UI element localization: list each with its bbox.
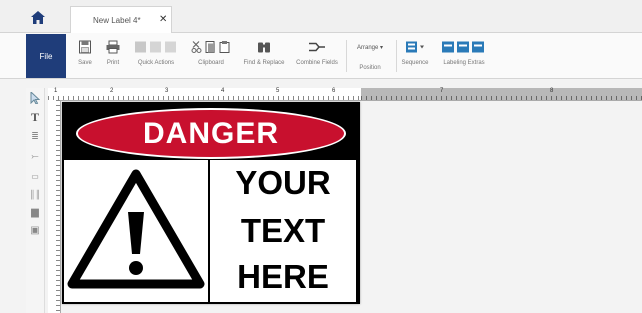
ruler-mark-8: 8	[550, 88, 554, 94]
arrange-dropdown[interactable]: Arrange ▾	[350, 44, 390, 51]
quick-actions-group[interactable]: Quick Actions	[130, 38, 182, 76]
paragraph-tool[interactable]: ≣	[28, 128, 42, 142]
shape-tool[interactable]: ▭	[28, 168, 42, 182]
barcode-tool[interactable]: ║║	[28, 186, 42, 200]
text-tool[interactable]: T	[28, 110, 42, 124]
text-tool-icon: T	[30, 110, 39, 124]
warning-triangle-icon	[67, 169, 205, 289]
ruler-mark-7: 7	[440, 88, 444, 94]
danger-header-text: DANGER	[142, 116, 279, 150]
position-label: Position	[359, 65, 381, 71]
library-tool[interactable]: ▣	[28, 222, 42, 236]
vertical-ruler	[48, 100, 61, 313]
label-text-line-2[interactable]: TEXT	[210, 212, 356, 250]
line-icon: ⤚	[31, 151, 39, 161]
save-icon	[79, 40, 91, 54]
ruler-mark-1: 1	[54, 88, 58, 94]
horizontal-ruler-outside	[361, 88, 642, 100]
combine-fields-label: Combine Fields	[296, 60, 338, 66]
label-text-line-1[interactable]: YOUR	[210, 164, 356, 202]
labeling-extras-group[interactable]: Labeling Extras	[436, 38, 492, 76]
image-tool[interactable]: ▆	[28, 204, 42, 218]
shape-icon: ▭	[31, 172, 39, 181]
labeling-extras-label: Labeling Extras	[443, 60, 485, 66]
print-label: Print	[106, 60, 120, 66]
arrange-position-group[interactable]: Arrange ▾ Position	[350, 38, 390, 76]
tools-sidebar: T ≣ ⤚ ▭ ║║ ▆ ▣	[26, 88, 45, 313]
ruler-mark-6: 6	[332, 88, 336, 94]
print-icon	[106, 40, 120, 54]
labeling-extras-icons	[442, 41, 484, 53]
combine-fields-icon	[309, 42, 325, 52]
print-button[interactable]: Print	[102, 38, 124, 76]
clipboard-label: Clipboard	[198, 60, 224, 66]
find-replace-button[interactable]: Find & Replace	[240, 38, 288, 76]
label-text-line-3[interactable]: HERE	[210, 258, 356, 296]
tab-label: New Label 4*	[93, 16, 141, 25]
binoculars-icon	[258, 42, 270, 53]
sequence-label: Sequence	[401, 60, 429, 66]
sequence-icon	[406, 41, 424, 53]
home-button[interactable]	[28, 8, 48, 26]
ruler-mark-5: 5	[276, 88, 280, 94]
line-tool[interactable]: ⤚	[28, 148, 42, 162]
combine-fields-button[interactable]: Combine Fields	[292, 38, 342, 76]
barcode-icon: ║║	[29, 190, 41, 199]
clipboard-icons	[191, 41, 230, 53]
library-icon: ▣	[30, 225, 40, 236]
pointer-icon	[30, 90, 41, 105]
quick-actions-icons	[135, 41, 176, 53]
sequence-button[interactable]: Sequence	[398, 38, 432, 76]
paragraph-icon: ≣	[31, 131, 39, 141]
save-label: Save	[78, 60, 92, 66]
image-icon: ▆	[31, 207, 39, 218]
danger-header-oval[interactable]: DANGER	[76, 108, 346, 159]
file-button[interactable]: File	[26, 34, 66, 78]
select-tool[interactable]	[28, 90, 42, 106]
ruler-mark-3: 3	[165, 88, 169, 94]
save-button[interactable]: Save	[74, 38, 96, 76]
warning-symbol-panel[interactable]	[64, 160, 208, 302]
find-replace-label: Find & Replace	[243, 60, 285, 66]
ribbon-separator	[396, 40, 397, 72]
tab-new-label-4[interactable]: New Label 4* ✕	[70, 6, 172, 33]
ruler-mark-2: 2	[110, 88, 114, 94]
quick-actions-label: Quick Actions	[137, 60, 175, 66]
ribbon-separator	[346, 40, 347, 72]
close-tab-icon[interactable]: ✕	[159, 14, 167, 25]
ruler-mark-4: 4	[221, 88, 225, 94]
clipboard-group[interactable]: Clipboard	[188, 38, 234, 76]
home-icon	[31, 10, 45, 24]
